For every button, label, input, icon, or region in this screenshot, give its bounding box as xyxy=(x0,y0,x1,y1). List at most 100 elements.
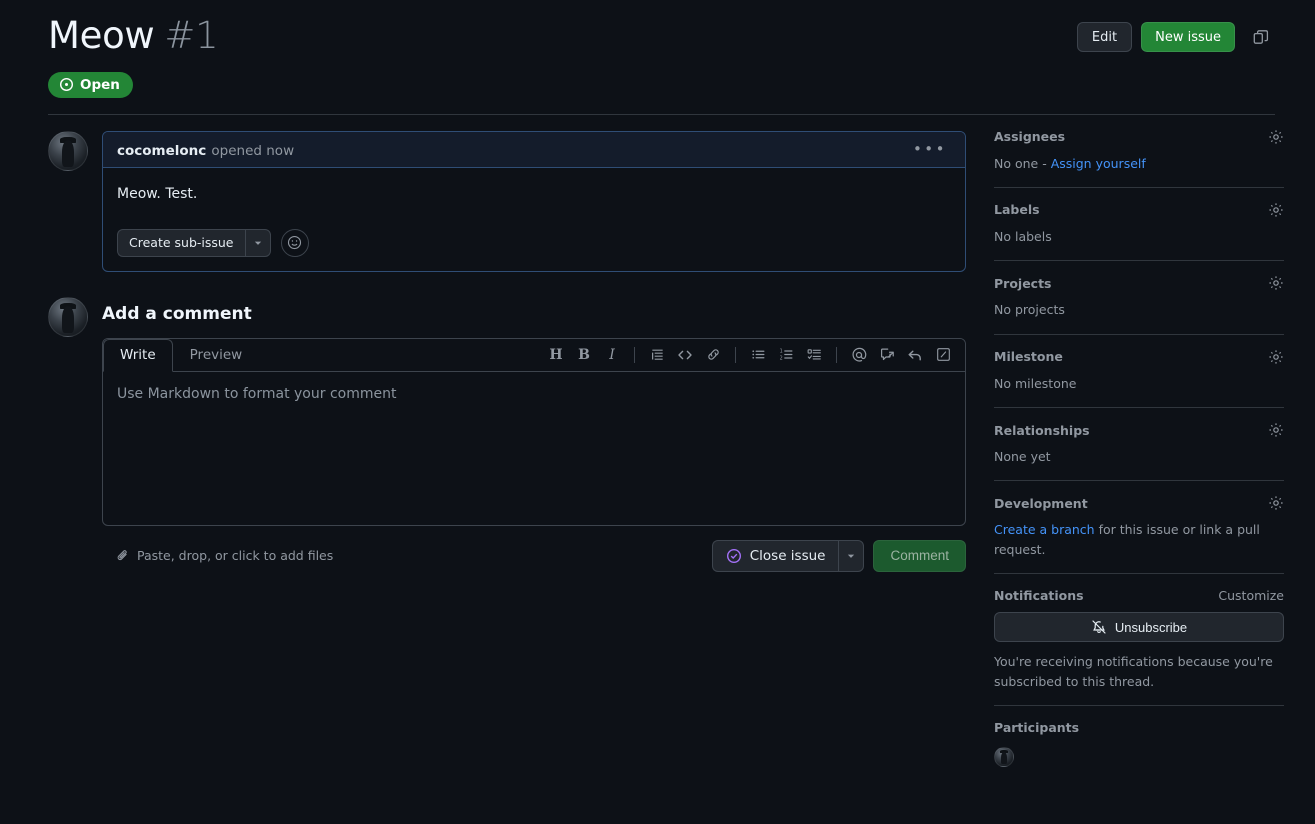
create-sub-issue-split-button: Create sub-issue xyxy=(117,228,271,257)
task-list-icon[interactable] xyxy=(801,342,827,368)
issue-header: Meow #1 Edit New issue Open xyxy=(0,0,1315,98)
close-issue-split-button: Close issue xyxy=(711,539,865,572)
tab-write[interactable]: Write xyxy=(103,338,173,372)
comment-author[interactable]: cocomelonc xyxy=(117,143,206,159)
sidebar-section-relationships: Relationships None yet xyxy=(994,422,1284,482)
add-comment-section: Add a comment Write Preview H B I 1 2 Us… xyxy=(48,296,966,572)
mention-icon[interactable] xyxy=(846,342,872,368)
editor-footer: Paste, drop, or click to add files Close… xyxy=(102,539,966,572)
editor-toolbar: Write Preview H B I 1 2 xyxy=(103,338,965,372)
sidebar-section-labels: Labels No labels xyxy=(994,202,1284,262)
chevron-down-icon[interactable] xyxy=(244,228,271,257)
link-icon[interactable] xyxy=(700,342,726,368)
gear-icon[interactable] xyxy=(1268,202,1284,218)
comment-text: Meow. Test. xyxy=(117,185,198,202)
bold-icon[interactable]: B xyxy=(571,342,597,368)
toolbar-divider xyxy=(735,346,736,363)
sidebar-section-value: No milestone xyxy=(994,375,1077,391)
sidebar-section-value: None yet xyxy=(994,449,1051,465)
sidebar: Assignees No one - Assign yourself Label… xyxy=(994,129,1284,795)
copy-icon[interactable] xyxy=(1247,23,1275,51)
reply-icon[interactable] xyxy=(902,342,928,368)
comment-body: Meow. Test. Create sub-issue xyxy=(103,168,965,271)
sidebar-section-value: No one - Assign yourself xyxy=(994,154,1284,173)
tab-preview[interactable]: Preview xyxy=(173,339,260,372)
file-attach-text: Paste, drop, or click to add files xyxy=(137,548,334,564)
issue-number: #1 xyxy=(164,14,219,57)
sidebar-section-development: Development Create a branch for this iss… xyxy=(994,495,1284,575)
issue-closed-icon xyxy=(726,548,742,564)
notifications-description: You're receiving notifications because y… xyxy=(994,654,1273,689)
quote-icon[interactable] xyxy=(644,342,670,368)
sidebar-section-title: Development xyxy=(994,495,1088,511)
slash-command-icon[interactable] xyxy=(930,342,956,368)
chevron-down-icon[interactable] xyxy=(838,539,865,572)
create-branch-link[interactable]: Create a branch xyxy=(994,522,1095,537)
bell-slash-icon xyxy=(1091,619,1107,635)
unsubscribe-button[interactable]: Unsubscribe xyxy=(994,612,1284,643)
sidebar-section-value: No labels xyxy=(994,228,1052,244)
comment-editor: Write Preview H B I 1 2 Use Markdown to … xyxy=(102,337,966,526)
comment-header: cocomelonc opened now ••• xyxy=(103,131,965,168)
edit-button[interactable]: Edit xyxy=(1076,22,1133,52)
paperclip-icon xyxy=(116,549,130,563)
unsubscribe-label: Unsubscribe xyxy=(1114,619,1188,635)
comment-button[interactable]: Comment xyxy=(873,539,966,572)
gear-icon[interactable] xyxy=(1268,129,1284,145)
timeline-comment: cocomelonc opened now ••• Meow. Test. Cr… xyxy=(48,130,966,272)
toolbar-divider xyxy=(836,346,837,363)
sidebar-section-title: Projects xyxy=(994,275,1052,291)
comment-box: cocomelonc opened now ••• Meow. Test. Cr… xyxy=(102,130,966,272)
close-issue-button[interactable]: Close issue xyxy=(711,539,839,572)
sidebar-section-milestone: Milestone No milestone xyxy=(994,349,1284,409)
issue-title-text: Meow xyxy=(48,14,155,57)
ordered-list-icon[interactable]: 1 2 xyxy=(773,342,799,368)
issue-opened-icon xyxy=(59,77,74,92)
smiley-icon[interactable] xyxy=(280,228,309,257)
comment-timestamp: opened now xyxy=(211,142,295,159)
avatar[interactable] xyxy=(48,130,88,171)
assignees-empty-text: No one - xyxy=(994,155,1051,171)
file-attach-hint[interactable]: Paste, drop, or click to add files xyxy=(102,548,333,563)
sidebar-section-title: Assignees xyxy=(994,129,1066,145)
sidebar-section-title: Labels xyxy=(994,202,1040,218)
gear-icon[interactable] xyxy=(1268,275,1284,291)
avatar[interactable] xyxy=(48,296,88,337)
comment-textarea[interactable]: Use Markdown to format your comment xyxy=(103,372,965,525)
add-comment-heading: Add a comment xyxy=(102,303,252,324)
customize-notifications-link[interactable]: Customize xyxy=(1218,588,1284,603)
footer-actions: Close issue Comment xyxy=(711,539,966,572)
new-issue-button[interactable]: New issue xyxy=(1141,22,1235,52)
svg-text:2: 2 xyxy=(779,355,782,361)
heading-icon[interactable]: H xyxy=(543,342,569,368)
participants-list xyxy=(994,746,1284,767)
comment-textarea-placeholder: Use Markdown to format your comment xyxy=(117,385,397,402)
issue-state-row: Open xyxy=(48,71,1275,98)
sidebar-section-projects: Projects No projects xyxy=(994,275,1284,335)
issue-body: cocomelonc opened now ••• Meow. Test. Cr… xyxy=(0,115,1315,795)
sidebar-section-notifications: Notifications Customize Unsubscribe You'… xyxy=(994,588,1284,706)
avatar[interactable] xyxy=(994,746,1014,767)
toolbar-divider xyxy=(634,346,635,363)
sidebar-section-title: Milestone xyxy=(994,349,1063,365)
gear-icon[interactable] xyxy=(1268,349,1284,365)
unordered-list-icon[interactable] xyxy=(745,342,771,368)
issue-page: Meow #1 Edit New issue Open cocomelonc o… xyxy=(0,0,1315,824)
svg-text:1: 1 xyxy=(779,349,782,355)
markdown-toolbar: H B I 1 2 xyxy=(543,339,965,371)
sidebar-section-participants: Participants xyxy=(994,720,1284,781)
code-icon[interactable] xyxy=(672,342,698,368)
comment-footer: Create sub-issue xyxy=(117,228,951,257)
gear-icon[interactable] xyxy=(1268,422,1284,438)
sidebar-section-title: Participants xyxy=(994,719,1080,735)
sidebar-section-value: Create a branch for this issue or link a… xyxy=(994,520,1284,559)
kebab-horizontal-icon[interactable]: ••• xyxy=(909,140,951,158)
assign-yourself-link[interactable]: Assign yourself xyxy=(1051,156,1146,171)
main-column: cocomelonc opened now ••• Meow. Test. Cr… xyxy=(48,130,966,795)
italic-icon[interactable]: I xyxy=(599,342,625,368)
create-sub-issue-button[interactable]: Create sub-issue xyxy=(117,228,245,257)
page-title: Meow #1 xyxy=(48,14,219,58)
gear-icon[interactable] xyxy=(1268,495,1284,511)
sidebar-section-title: Notifications xyxy=(994,588,1084,604)
cross-reference-icon[interactable] xyxy=(874,342,900,368)
